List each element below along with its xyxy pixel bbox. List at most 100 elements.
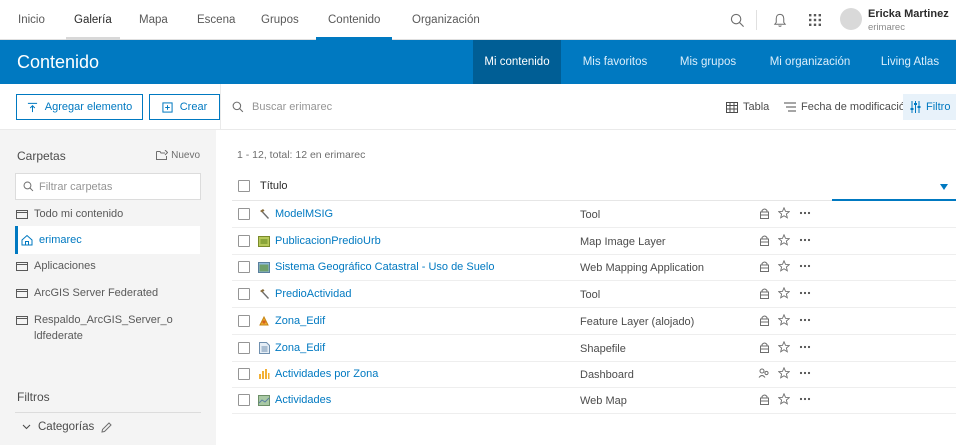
- table-row[interactable]: PredioActividad Tool: [232, 282, 956, 308]
- star-icon[interactable]: [778, 234, 790, 246]
- row-checkbox[interactable]: [238, 288, 250, 300]
- item-title-link[interactable]: ModelMSIG: [258, 208, 333, 220]
- notifications-bell-icon[interactable]: [763, 0, 797, 40]
- plus-square-icon: [162, 101, 174, 113]
- caret-down-icon[interactable]: [940, 181, 948, 193]
- more-options-icon[interactable]: [798, 207, 812, 219]
- row-checkbox[interactable]: [238, 315, 250, 327]
- star-icon[interactable]: [778, 314, 790, 326]
- tab-mi-organizacion[interactable]: Mi organización: [760, 40, 860, 84]
- search-placeholder: Buscar erimarec: [252, 101, 333, 113]
- edit-pencil-icon[interactable]: [100, 421, 112, 433]
- nav-link-contenido[interactable]: Contenido: [315, 0, 393, 40]
- results-summary: 1 - 12, total: 12 en erimarec: [237, 149, 366, 161]
- item-title-link[interactable]: Zona_Edif: [258, 315, 325, 327]
- content-search-input[interactable]: Buscar erimarec: [232, 96, 332, 118]
- nav-link-galeria[interactable]: Galería: [66, 0, 120, 40]
- shared-users-icon[interactable]: [758, 367, 770, 379]
- item-title: Actividades por Zona: [275, 368, 379, 380]
- item-title-link[interactable]: Actividades por Zona: [258, 368, 378, 380]
- table-row[interactable]: Sistema Geográfico Catastral - Uso de Su…: [232, 255, 956, 281]
- table-row[interactable]: Actividades por Zona Dashboard: [232, 362, 956, 388]
- web-app-icon: [258, 261, 270, 273]
- more-options-icon[interactable]: [798, 393, 812, 405]
- item-title-link[interactable]: PredioActividad: [258, 288, 351, 300]
- chevron-down-icon: [20, 421, 32, 433]
- sort-button[interactable]: Fecha de modificación: [784, 98, 911, 116]
- item-title-link[interactable]: Actividades: [258, 394, 331, 406]
- tab-mis-grupos[interactable]: Mis grupos: [668, 40, 748, 84]
- folders-title: Carpetas: [17, 149, 66, 163]
- upload-icon: [27, 101, 39, 113]
- table-row[interactable]: ModelMSIG Tool: [232, 202, 956, 228]
- item-title-link[interactable]: PublicacionPredioUrb: [258, 235, 381, 247]
- nav-link-escena[interactable]: Escena: [197, 0, 235, 40]
- table-row[interactable]: PublicacionPredioUrb Map Image Layer: [232, 229, 956, 255]
- row-checkbox[interactable]: [238, 235, 250, 247]
- row-checkbox[interactable]: [238, 342, 250, 354]
- create-button[interactable]: Crear: [149, 94, 220, 120]
- new-folder-button[interactable]: Nuevo: [156, 149, 200, 161]
- folder-respaldo-arcgis-server[interactable]: Respaldo_ArcGIS_Server_o ldfederate: [16, 312, 173, 344]
- lock-icon[interactable]: [758, 207, 770, 219]
- nav-link-grupos[interactable]: Grupos: [261, 0, 299, 40]
- folder-todo-mi-contenido[interactable]: Todo mi contenido: [16, 206, 201, 222]
- more-options-icon[interactable]: [798, 260, 812, 272]
- categories-toggle[interactable]: Categorías: [20, 421, 112, 433]
- tab-living-atlas[interactable]: Living Atlas: [872, 40, 948, 84]
- item-title-link[interactable]: Sistema Geográfico Catastral - Uso de Su…: [258, 261, 495, 273]
- lock-icon[interactable]: [758, 393, 770, 405]
- more-options-icon[interactable]: [798, 287, 812, 299]
- lock-icon[interactable]: [758, 234, 770, 246]
- user-name[interactable]: Ericka Martinez: [868, 8, 949, 20]
- row-actions: [758, 367, 812, 379]
- nav-link-organizacion[interactable]: Organización: [412, 0, 480, 40]
- table-row[interactable]: Zona_Edif Shapefile: [232, 336, 956, 362]
- star-icon[interactable]: [778, 393, 790, 405]
- view-table-button[interactable]: Tabla: [726, 98, 769, 116]
- lock-icon[interactable]: [758, 341, 770, 353]
- nav-link-inicio[interactable]: Inicio: [18, 0, 45, 40]
- item-title: Zona_Edif: [275, 315, 326, 327]
- nav-link-mapa[interactable]: Mapa: [139, 0, 168, 40]
- item-type: Feature Layer (alojado): [580, 316, 695, 328]
- tab-mi-contenido[interactable]: Mi contenido: [473, 40, 561, 84]
- filter-toggle-button[interactable]: Filtro: [903, 94, 956, 120]
- search-icon[interactable]: [720, 0, 754, 40]
- table-row[interactable]: Zona_Edif Feature Layer (alojado): [232, 309, 956, 335]
- new-folder-label: Nuevo: [171, 149, 200, 161]
- more-options-icon[interactable]: [798, 314, 812, 326]
- row-checkbox[interactable]: [238, 208, 250, 220]
- row-checkbox[interactable]: [238, 368, 250, 380]
- more-options-icon[interactable]: [798, 234, 812, 246]
- home-icon: [21, 234, 33, 246]
- lock-icon[interactable]: [758, 314, 770, 326]
- select-all-checkbox[interactable]: [238, 180, 250, 192]
- tab-mis-favoritos[interactable]: Mis favoritos: [572, 40, 658, 84]
- more-options-icon[interactable]: [798, 367, 812, 379]
- folder-arcgis-server-federated[interactable]: ArcGIS Server Federated: [16, 285, 201, 301]
- star-icon[interactable]: [778, 287, 790, 299]
- row-actions: [758, 234, 812, 246]
- folder-aplicaciones[interactable]: Aplicaciones: [16, 258, 201, 274]
- star-icon[interactable]: [778, 367, 790, 379]
- filter-folders-input[interactable]: Filtrar carpetas: [15, 173, 201, 200]
- add-item-button[interactable]: Agregar elemento: [16, 94, 143, 120]
- item-title-link[interactable]: Zona_Edif: [258, 342, 325, 354]
- row-checkbox[interactable]: [238, 261, 250, 273]
- star-icon[interactable]: [778, 207, 790, 219]
- search-icon: [22, 181, 34, 193]
- column-title[interactable]: Título: [260, 180, 288, 192]
- apps-grid-icon[interactable]: [798, 0, 832, 40]
- user-avatar[interactable]: [840, 8, 862, 30]
- lock-icon[interactable]: [758, 260, 770, 272]
- table-row[interactable]: Actividades Web Map: [232, 388, 956, 414]
- more-options-icon[interactable]: [798, 341, 812, 353]
- row-actions: [758, 207, 812, 219]
- row-checkbox[interactable]: [238, 394, 250, 406]
- star-icon[interactable]: [778, 260, 790, 272]
- folder-erimarec[interactable]: erimarec: [15, 226, 200, 254]
- lock-icon[interactable]: [758, 287, 770, 299]
- filter-folders-placeholder: Filtrar carpetas: [39, 180, 113, 193]
- star-icon[interactable]: [778, 341, 790, 353]
